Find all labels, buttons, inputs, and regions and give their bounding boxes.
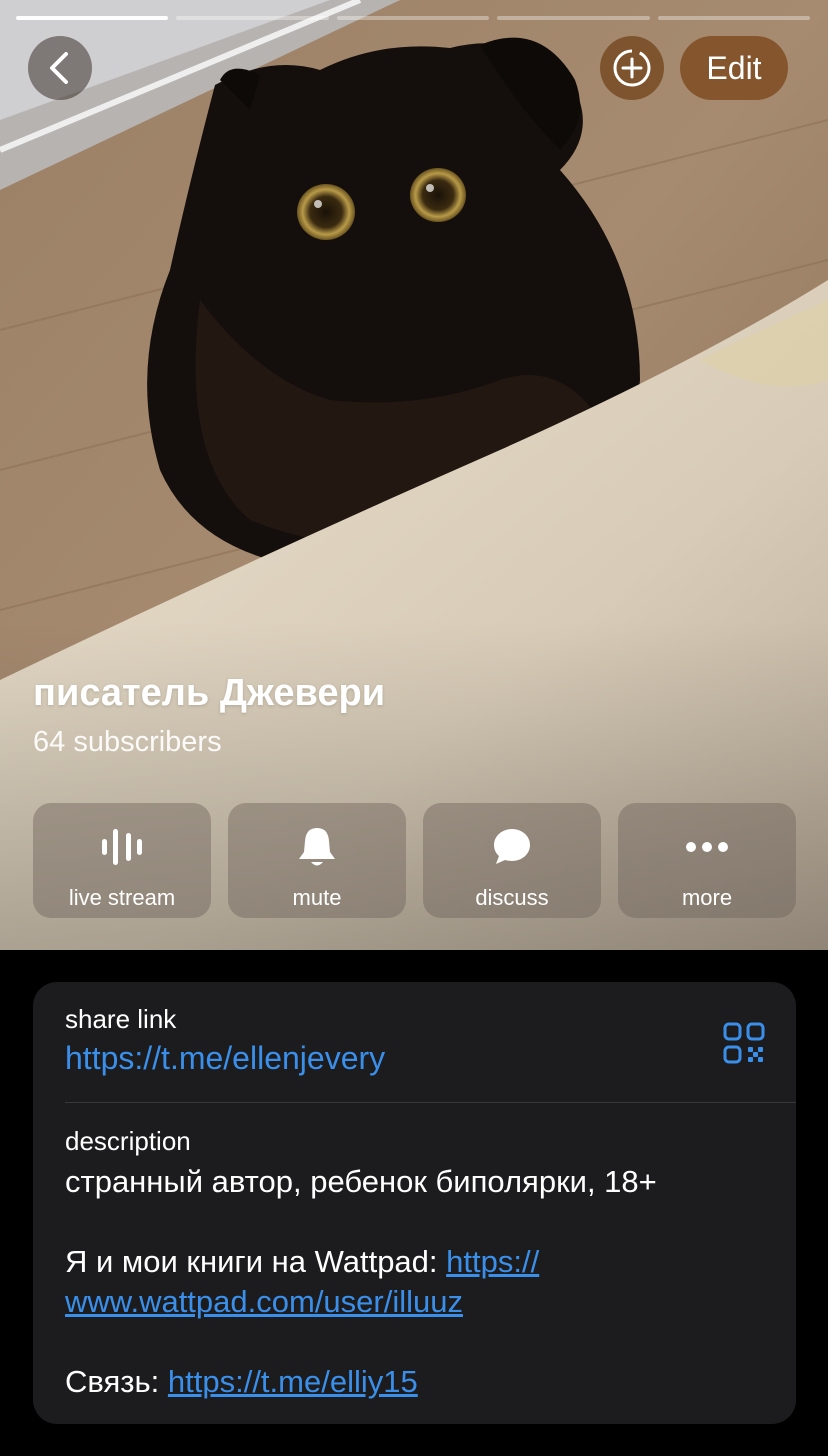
add-story-button[interactable] [600,36,664,100]
contact-prefix: Связь: [65,1364,168,1399]
more-button[interactable]: more [618,803,796,918]
live-stream-button[interactable]: live stream [33,803,211,918]
mute-button[interactable]: mute [228,803,406,918]
story-segment [497,16,650,20]
description-line: Связь: https://t.me/elliy15 [65,1362,765,1402]
discuss-button[interactable]: discuss [423,803,601,918]
contact-link[interactable]: https://t.me/elliy15 [168,1364,418,1399]
description-text: странный автор, ребенок биполярки, 18+ Я… [65,1162,765,1402]
bell-icon [299,828,335,866]
wattpad-link-part: https:// [446,1244,540,1279]
wattpad-prefix: Я и мои книги на Wattpad: [65,1244,447,1279]
chat-bubble-icon [494,829,530,864]
action-label: more [681,885,733,910]
subscriber-count: 64 subscribers [33,726,222,758]
edit-button[interactable]: Edit [680,36,788,100]
story-segment [336,16,490,20]
share-link-label: share link [65,1004,177,1034]
channel-title: писатель Джевери [33,672,386,714]
story-segment [657,16,811,20]
more-dots-icon [686,842,728,852]
wattpad-link-part: www.wattpad.com/user/illuuz [65,1284,463,1319]
back-button[interactable] [28,36,92,100]
live-stream-icon [102,829,142,865]
description-line: Я и мои книги на Wattpad: https:// www.wa… [65,1242,765,1322]
share-link-url[interactable]: https://t.me/ellenjevery [65,1040,385,1077]
action-label: live stream [68,885,176,910]
qr-code-icon[interactable] [723,1022,765,1064]
add-circle-icon [613,49,651,87]
action-label: mute [292,885,342,910]
channel-info-card: share link https://t.me/ellenjevery desc… [33,982,796,1424]
action-label: discuss [475,885,549,910]
description-label: description [65,1126,191,1156]
profile-photo[interactable]: Edit писатель Джевери 64 subscribers liv… [0,0,828,950]
chevron-left-icon [50,52,68,84]
story-segment [16,16,169,20]
story-segment [176,16,329,20]
divider [65,1102,796,1103]
story-progress-bar [16,16,811,21]
action-bar: live stream mute discuss more [33,803,796,918]
description-line: странный автор, ребенок биполярки, 18+ [65,1164,657,1199]
